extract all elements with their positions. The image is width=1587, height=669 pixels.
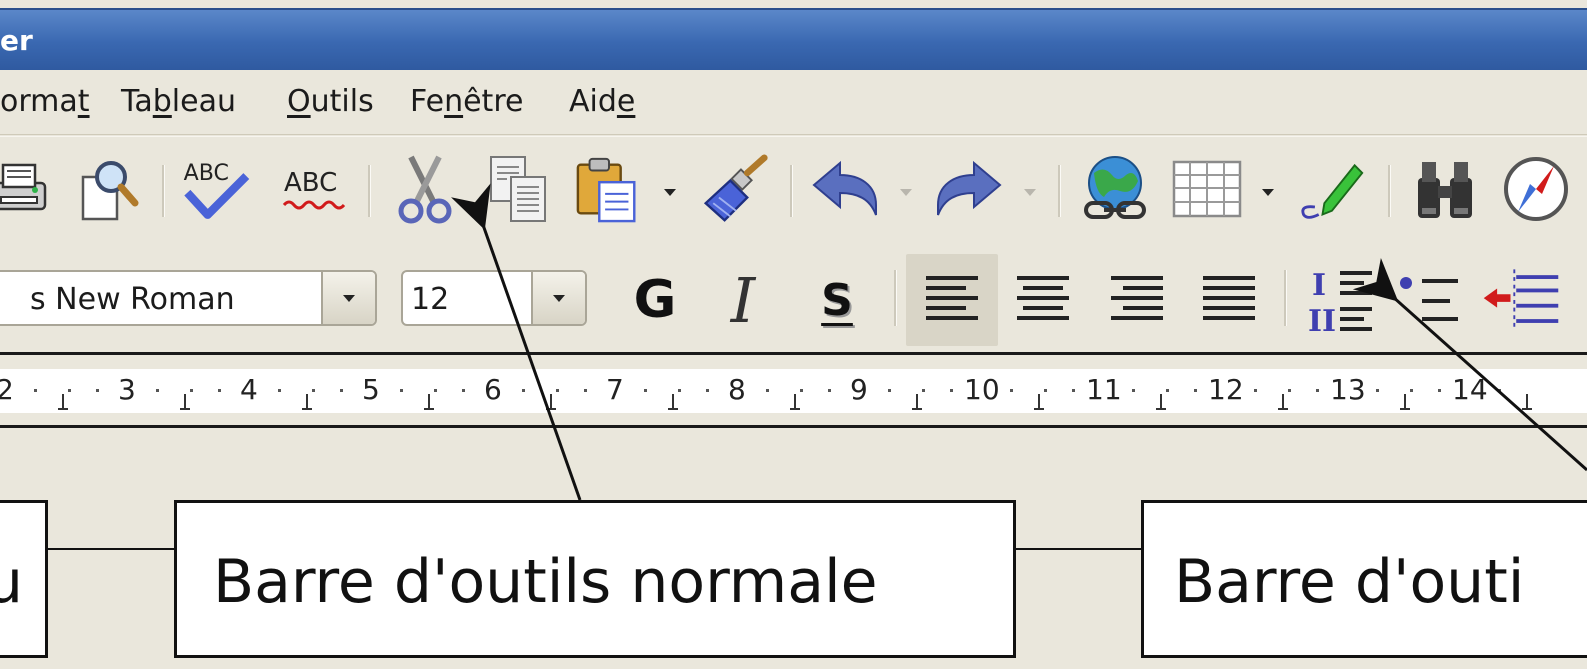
callout-menu-bar: u (0, 500, 48, 658)
callout-label: Barre d'outils normale (213, 547, 878, 617)
callout-connector (1014, 548, 1144, 550)
arrow-standard-toolbar (451, 183, 582, 501)
callout-label: u (0, 547, 24, 617)
callout-standard-toolbar: Barre d'outils normale (174, 500, 1016, 658)
callout-formatting-toolbar: Barre d'outi (1141, 500, 1587, 658)
callout-connector (46, 548, 176, 550)
arrow-formatting-toolbar (1352, 257, 1587, 472)
callout-label: Barre d'outi (1174, 547, 1525, 617)
